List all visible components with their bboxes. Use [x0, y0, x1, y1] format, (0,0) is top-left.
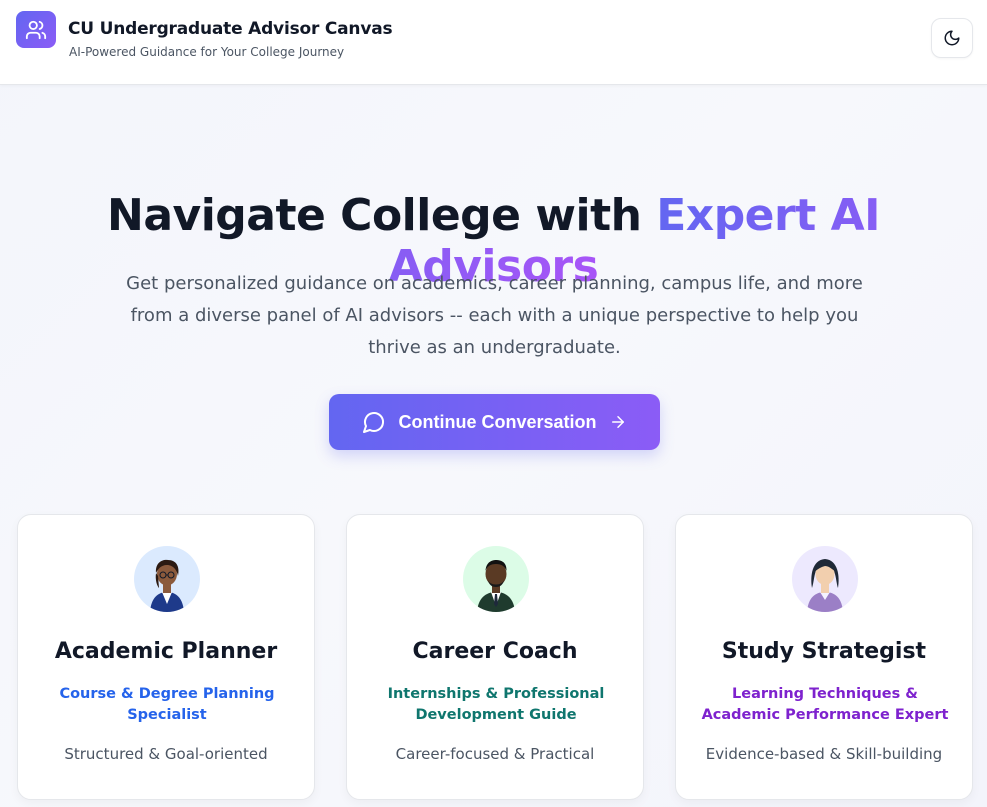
message-circle-icon — [363, 412, 385, 433]
app-title: CU Undergraduate Advisor Canvas — [68, 19, 393, 39]
moon-icon — [944, 30, 960, 46]
advisor-name: Career Coach — [412, 639, 578, 664]
app-subtitle: AI-Powered Guidance for Your College Jou… — [69, 45, 345, 59]
advisor-avatar — [134, 546, 200, 612]
app-header: CU Undergraduate Advisor Canvas AI-Power… — [0, 0, 987, 85]
advisor-role: Internships & Professional Development G… — [387, 686, 605, 723]
continue-conversation-label: Continue Conversation — [398, 411, 597, 432]
advisor-card-academic-planner[interactable]: Academic Planner Course & Degree Plannin… — [17, 514, 315, 800]
career-coach-avatar-image — [477, 560, 515, 612]
hero-title-main: Navigate College with — [107, 190, 657, 241]
advisor-style: Evidence-based & Skill-building — [705, 745, 943, 763]
advisor-role: Learning Techniques & Academic Performan… — [701, 686, 949, 723]
advisor-style: Structured & Goal-oriented — [64, 745, 268, 763]
continue-conversation-button[interactable]: Continue Conversation — [329, 394, 660, 450]
advisor-card-study-strategist[interactable]: Study Strategist Learning Techniques & A… — [675, 514, 973, 800]
academic-planner-avatar-image — [150, 559, 184, 612]
advisor-name: Study Strategist — [721, 639, 927, 664]
advisor-card-career-coach[interactable]: Career Coach Internships & Professional … — [346, 514, 644, 800]
app-logo — [16, 11, 56, 48]
study-strategist-avatar-image — [807, 559, 843, 612]
advisor-avatar — [463, 546, 529, 612]
hero-description: Get personalized guidance on academics, … — [126, 273, 863, 358]
arrow-right-icon — [611, 416, 624, 428]
advisor-style: Career-focused & Practical — [395, 745, 595, 763]
advisor-role: Course & Degree Planning Specialist — [59, 686, 275, 723]
advisor-avatar — [792, 546, 858, 612]
advisor-name: Academic Planner — [54, 639, 278, 664]
theme-toggle-button[interactable] — [931, 18, 973, 58]
users-icon — [25, 20, 47, 39]
